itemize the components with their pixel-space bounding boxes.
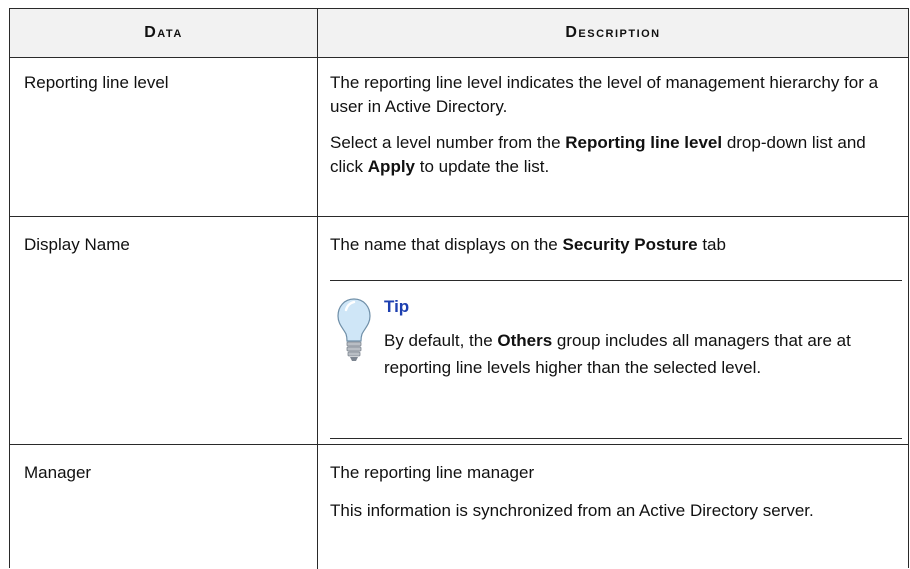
ui-term: Security Posture [562, 235, 698, 254]
column-divider [317, 9, 318, 569]
desc-paragraph: The name that displays on the Security P… [330, 233, 890, 257]
tip-title: Tip [384, 297, 410, 316]
header-description: Description [565, 24, 661, 41]
desc-text: tab [697, 235, 726, 254]
ui-term: Others [497, 331, 553, 350]
row-name-manager: Manager [24, 463, 92, 482]
row-desc-manager: The reporting line manager This informat… [330, 461, 890, 523]
desc-paragraph: This information is synchronized from an… [330, 501, 814, 520]
ui-term: Reporting line level [565, 133, 723, 152]
desc-paragraph: Select a level number from the Reporting… [330, 131, 890, 179]
tip-text: By default, the [384, 331, 498, 350]
lightbulb-icon [337, 298, 371, 361]
ui-term: Apply [367, 157, 416, 176]
desc-text: The name that displays on the [330, 235, 563, 254]
tip-bottom-rule [330, 438, 902, 439]
desc-text: Select a level number from the [330, 133, 566, 152]
row-desc-display-name: The name that displays on the Security P… [330, 233, 890, 257]
row-desc-reporting-line-level: The reporting line level indicates the l… [330, 71, 890, 179]
table-header: Data Description [10, 9, 908, 58]
data-description-table: Data Description Reporting line level Th… [9, 8, 909, 569]
desc-paragraph: The reporting line level indicates the l… [330, 73, 879, 116]
desc-text: to update the list. [415, 157, 550, 176]
row-divider [10, 444, 908, 445]
header-data: Data [144, 24, 183, 41]
tip-body: By default, the Others group includes al… [384, 327, 894, 381]
desc-paragraph: The reporting line manager [330, 463, 535, 482]
row-name-display-name: Display Name [24, 235, 130, 254]
tip-top-rule [330, 280, 902, 281]
row-name-reporting-line-level: Reporting line level [24, 73, 169, 92]
row-divider [10, 216, 908, 217]
